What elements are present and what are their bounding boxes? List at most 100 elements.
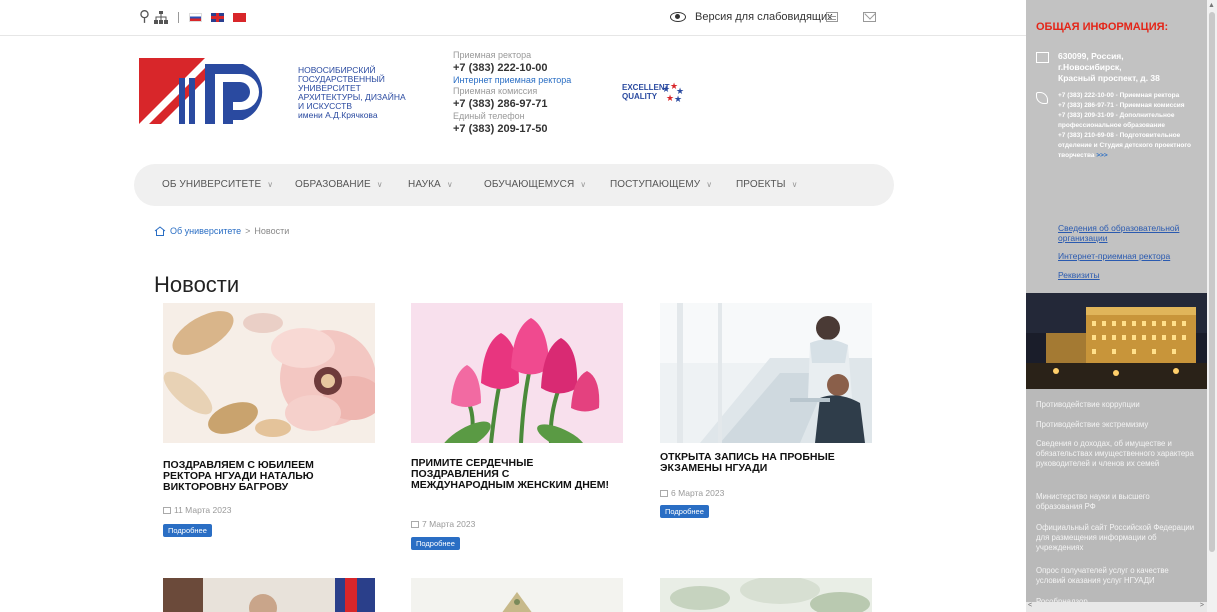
top-tools: ⚲ (139, 9, 251, 24)
phone-line[interactable]: +7 (383) 209-31-09 - Дополнительное проф… (1058, 111, 1203, 131)
sidebar-link-rector-online[interactable]: Интернет-приемная ректора (1058, 251, 1200, 261)
news-date-text: 6 Марта 2023 (671, 488, 725, 498)
map-icon (1036, 52, 1049, 63)
read-more-button[interactable]: Подробнее (660, 505, 709, 518)
phone-line-text: +7 (383) 210-69-08 - Подготовительное от… (1058, 132, 1191, 159)
admission-label: Приемная комиссия (453, 86, 538, 96)
sidebar-link-requisites[interactable]: Реквизиты (1058, 270, 1200, 280)
phone-line[interactable]: +7 (383) 222-10-00 - Приемная ректора (1058, 91, 1203, 101)
nav-item-projects[interactable]: ПРОЕКТЫ ∨ (736, 179, 798, 190)
header-contacts: Приемная ректора +7 (383) 222-10-00 Инте… (453, 50, 571, 136)
home-icon[interactable] (154, 226, 166, 236)
scroll-right-icon[interactable]: > (1200, 602, 1204, 609)
news-image-row2[interactable] (163, 578, 375, 612)
sitemap-icon[interactable] (826, 12, 838, 22)
calendar-icon (660, 489, 668, 497)
news-image-tulips[interactable] (411, 303, 623, 443)
chevron-down-icon: ∨ (791, 180, 798, 189)
nav-label: ПОСТУПАЮЩЕМУ (610, 179, 701, 190)
eq-line: QUALITY (622, 92, 658, 101)
uni-name-line: имени А.Д.Крячкова (298, 110, 378, 120)
news-date-text: 11 Марта 2023 (174, 505, 232, 515)
university-name: НОВОСИБИРСКИЙ ГОСУДАРСТВЕННЫЙ УНИВЕРСИТЕ… (298, 66, 406, 120)
sidebar-link-anticorruption[interactable]: Противодействие коррупции (1036, 400, 1196, 410)
vertical-scrollbar[interactable]: ▲ (1207, 0, 1217, 612)
news-image-row2[interactable] (660, 578, 872, 612)
address-line: г.Новосибирск, (1058, 62, 1122, 72)
rector-phone[interactable]: +7 (383) 222-10-00 (453, 61, 571, 75)
news-image-row2[interactable] (411, 578, 623, 612)
nav-item-education[interactable]: ОБРАЗОВАНИЕ ∨ (295, 179, 383, 190)
more-phones-link[interactable]: >>> (1096, 152, 1107, 159)
accessibility-link[interactable]: Версия для слабовидящих (670, 11, 833, 23)
nav-label: ОБРАЗОВАНИЕ (295, 179, 371, 190)
accessibility-label: Версия для слабовидящих (695, 11, 833, 23)
scroll-left-icon[interactable]: < (1028, 602, 1032, 609)
mail-icon[interactable] (863, 12, 876, 22)
svg-text:★: ★ (674, 94, 682, 104)
rector-online-link[interactable]: Интернет приемная ректора (453, 75, 571, 86)
browser-viewport: ⚲ Версия для слабовидящих НОВОСИБИРСКИЙ … (0, 0, 1217, 612)
phone-icon (1036, 92, 1048, 104)
news-title[interactable]: ОТКРЫТА ЗАПИСЬ НА ПРОБНЫЕ ЭКЗАМЕНЫ НГУАД… (660, 452, 860, 474)
nav-label: НАУКА (408, 179, 441, 190)
news-image-students[interactable] (660, 303, 872, 443)
chevron-down-icon: ∨ (446, 180, 453, 189)
scroll-up-icon[interactable]: ▲ (1208, 2, 1215, 9)
calendar-icon (163, 506, 171, 514)
sidebar-link-gov-site[interactable]: Официальный сайт Российской Федерации дл… (1036, 523, 1196, 553)
divider (178, 11, 179, 23)
sidebar-link-income-info[interactable]: Сведения о доходах, об имуществе и обяза… (1036, 439, 1196, 469)
news-image-flowers[interactable] (163, 303, 375, 443)
nav-item-applicants[interactable]: ПОСТУПАЮЩЕМУ ∨ (610, 179, 712, 190)
address-line: 630099, Россия, (1058, 51, 1124, 61)
sitemap-tree-icon[interactable] (154, 10, 168, 24)
sidebar-link-survey[interactable]: Опрос получателей услуг о качестве услов… (1036, 566, 1196, 586)
nav-label: ОБ УНИВЕРСИТЕТЕ (162, 179, 262, 190)
scroll-thumb[interactable] (1209, 12, 1215, 552)
chevron-down-icon: ∨ (267, 180, 274, 189)
sidebar-links-list: Противодействие коррупции Противодействи… (1026, 389, 1207, 612)
flag-cn-icon[interactable] (233, 12, 246, 22)
university-building-photo (1026, 293, 1207, 389)
read-more-button[interactable]: Подробнее (163, 524, 212, 537)
news-title[interactable]: ПОЗДРАВЛЯЕМ С ЮБИЛЕЕМ РЕКТОРА НГУАДИ НАТ… (163, 460, 363, 493)
top-bar: ⚲ Версия для слабовидящих (0, 0, 1026, 36)
sidebar-link-ministry[interactable]: Министерство науки и высшего образования… (1036, 492, 1196, 512)
chevron-down-icon: ∨ (376, 180, 383, 189)
address-line: Красный проспект, д. 38 (1058, 73, 1160, 83)
breadcrumb-parent-link[interactable]: Об университете (170, 226, 241, 236)
news-title[interactable]: ПРИМИТЕ СЕРДЕЧНЫЕ ПОЗДРАВЛЕНИЯ С МЕЖДУНА… (411, 458, 611, 491)
page-title: Новости (154, 272, 240, 297)
search-icon[interactable]: ⚲ (139, 9, 150, 24)
phone-line[interactable]: +7 (383) 286-97-71 - Приемная комиссия (1058, 101, 1203, 111)
flag-ru-icon[interactable] (189, 12, 202, 22)
sidebar-link-antiextremism[interactable]: Противодействие экстремизму (1036, 420, 1196, 430)
info-sidebar: ОБЩАЯ ИНФОРМАЦИЯ: 630099, Россия, г.Ново… (1026, 0, 1207, 612)
breadcrumb: Об университете > Новости (154, 226, 289, 236)
flag-uk-icon[interactable] (211, 12, 224, 22)
news-date: 11 Марта 2023 (163, 505, 231, 515)
svg-text:★: ★ (666, 93, 674, 103)
nav-label: ОБУЧАЮЩЕМУСЯ (484, 179, 575, 190)
nav-item-science[interactable]: НАУКА ∨ (408, 179, 453, 190)
breadcrumb-current: Новости (254, 226, 290, 236)
nav-item-students[interactable]: ОБУЧАЮЩЕМУСЯ ∨ (484, 179, 586, 190)
rector-label: Приемная ректора (453, 50, 532, 60)
news-date-text: 7 Марта 2023 (422, 519, 476, 529)
sidebar-link-org-info[interactable]: Сведения об образовательной организации (1058, 223, 1200, 243)
sidebar-address: 630099, Россия, г.Новосибирск, Красный п… (1058, 51, 1160, 84)
calendar-icon (411, 520, 419, 528)
main-nav: ОБ УНИВЕРСИТЕТЕ ∨ ОБРАЗОВАНИЕ ∨ НАУКА ∨ ОБУ… (134, 164, 894, 206)
university-logo[interactable] (139, 58, 268, 124)
single-phone[interactable]: +7 (383) 209-17-50 (453, 122, 571, 136)
main-column: ⚲ Версия для слабовидящих НОВОСИБИРСКИЙ … (0, 0, 1026, 612)
admission-phone[interactable]: +7 (383) 286-97-71 (453, 97, 571, 111)
nav-item-about[interactable]: ОБ УНИВЕРСИТЕТЕ ∨ (162, 179, 273, 190)
phone-line[interactable]: +7 (383) 210-69-08 - Подготовительное от… (1058, 131, 1203, 161)
news-date: 6 Марта 2023 (660, 488, 724, 498)
excellent-quality-logo[interactable]: EXCELLENT QUALITY ★ ★ ★ ★ ★ (622, 80, 686, 106)
read-more-button[interactable]: Подробнее (411, 537, 460, 550)
single-phone-label: Единый телефон (453, 111, 525, 121)
horizontal-scrollbar[interactable]: < > (1026, 602, 1207, 612)
